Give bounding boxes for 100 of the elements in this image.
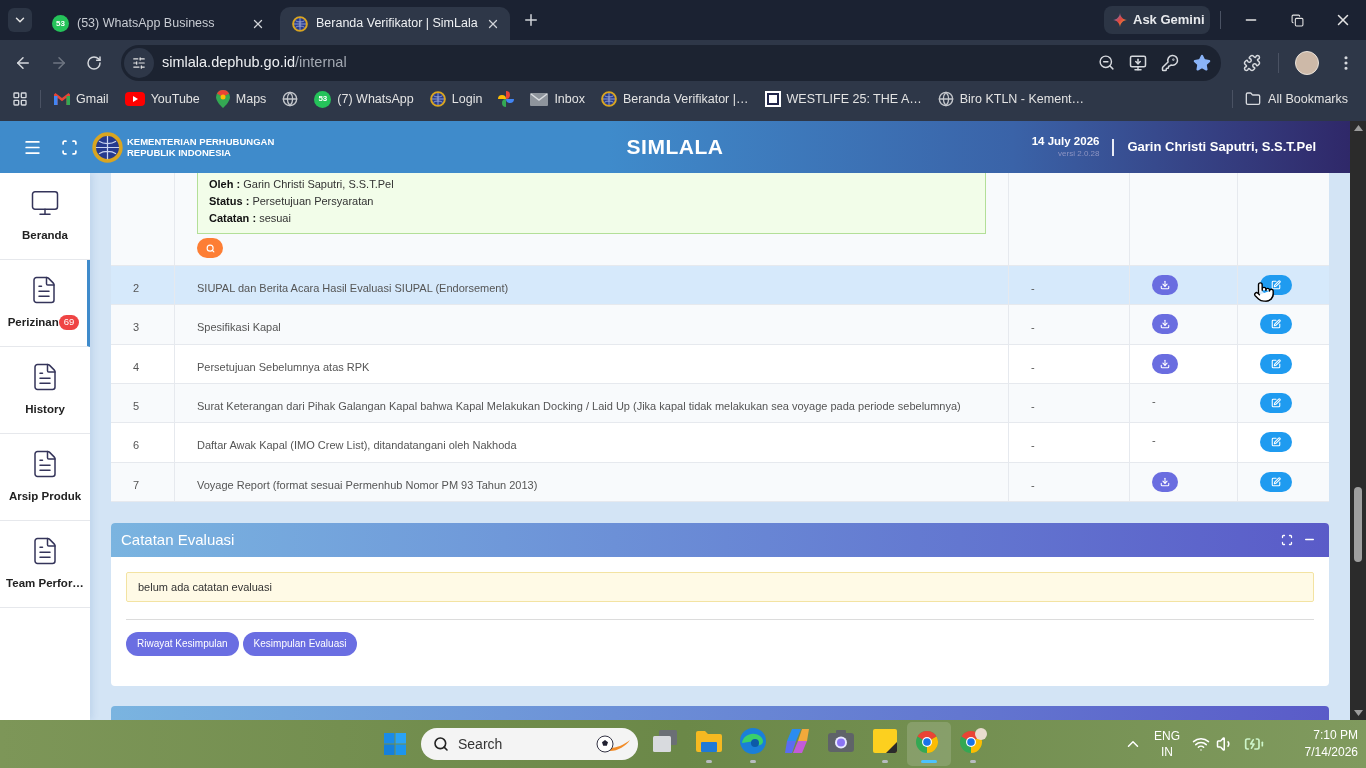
globe-emblem-icon — [292, 15, 308, 32]
globe-emblem-icon — [600, 91, 617, 107]
bookmark[interactable]: Beranda Verifikator |… — [592, 85, 757, 113]
table-cell: - — [1031, 439, 1035, 452]
table-cell: SIUPAL dan Berita Acara Hasil Evaluasi SIUPAL (Endorsement) — [197, 282, 509, 294]
chrome-logo-icon — [959, 727, 987, 754]
running-indicator — [970, 759, 976, 763]
download-icon — [1160, 280, 1170, 291]
pinwheel-icon — [498, 91, 515, 107]
browser-tab[interactable]: Beranda Verifikator | SimLala — [280, 7, 510, 40]
scroll-up-icon[interactable] — [1353, 125, 1363, 131]
table-cell: - — [1031, 400, 1035, 412]
favicon-badge: 53 — [52, 15, 69, 32]
new-tab-icon[interactable] — [522, 11, 540, 29]
expand-icon[interactable] — [1281, 533, 1293, 546]
sidebar-label: Perizinan — [7, 314, 59, 330]
edit-icon — [1271, 398, 1281, 409]
bookmark[interactable]: Biro KTLN - Kement… — [929, 85, 1093, 113]
approval-entry: Oleh : Garin Christi Saputri, S.S.T.Pel — [209, 177, 395, 192]
table-cell: - — [1031, 282, 1035, 294]
ministry-emblem-icon — [92, 131, 123, 163]
sticky-note-icon — [873, 728, 897, 753]
fullscreen-icon[interactable] — [61, 138, 78, 156]
browser-tab[interactable]: 53 (53) WhatsApp Business — [40, 7, 275, 40]
bookmark[interactable]: 53 (7) WhatsApp — [306, 85, 422, 113]
install-icon[interactable] — [1129, 53, 1147, 72]
globe-icon — [282, 91, 299, 107]
sidebar-label: Arsip Produk — [8, 488, 82, 504]
sidebar-label: Beranda — [22, 227, 68, 243]
globe-emblem-icon — [429, 91, 446, 107]
ball-icon — [596, 734, 630, 754]
running-indicator — [706, 759, 712, 763]
approval-entry: Status : Persetujuan Persyaratan — [209, 194, 375, 209]
edit-icon — [1271, 476, 1281, 487]
bookmark[interactable]: WESTLIFE 25: THE A… — [756, 85, 930, 113]
mail-logo-icon — [54, 93, 70, 105]
envelope-icon — [530, 92, 549, 106]
table-cell-text: - — [1152, 394, 1156, 409]
approval-entry: Catatan : sesuai — [209, 211, 292, 226]
zoom-out-icon[interactable] — [1098, 54, 1115, 71]
ask-gemini-button[interactable]: Ask Gemini — [1104, 6, 1210, 34]
avatar-icon[interactable] — [1295, 50, 1319, 75]
reload-icon[interactable] — [86, 54, 102, 71]
address-bar[interactable]: simlala.dephub.go.id/internal — [121, 44, 1221, 81]
task-view-icon — [653, 729, 677, 752]
restore-icon[interactable] — [1290, 13, 1304, 27]
tab-list-button[interactable] — [8, 8, 32, 32]
key-icon[interactable] — [1161, 53, 1179, 72]
download-button[interactable] — [1152, 471, 1178, 492]
running-indicator — [750, 759, 756, 763]
sparkle-icon — [1113, 13, 1127, 27]
count-badge: 69 — [58, 315, 80, 330]
camera-icon — [828, 729, 854, 752]
table-cell: - — [1031, 478, 1035, 491]
bookmark[interactable]: YouTube — [116, 85, 208, 113]
stripes-logo-icon — [784, 727, 810, 754]
bookmark[interactable]: Gmail — [46, 85, 117, 113]
table-cell: - — [1031, 360, 1035, 373]
extensions-icon[interactable] — [1243, 53, 1261, 72]
notice-message: belum ada catatan evaluasi — [126, 571, 1314, 602]
swirl-logo-icon — [740, 727, 766, 754]
table-cell: Voyage Report (format sesuai Permenhub Nomor PM 93 Tahun 2013) — [197, 478, 538, 491]
table-cell: Spesifikasi Kapal — [197, 321, 281, 334]
action-button[interactable]: Riwayat Kesimpulan — [126, 631, 239, 656]
table-cell: 7 — [133, 478, 140, 491]
bookmark-star-icon[interactable] — [1193, 53, 1211, 72]
card-title: Catatan Evaluasi — [121, 529, 235, 550]
edit-icon — [1271, 280, 1281, 291]
app-title: SIMLALA — [626, 134, 724, 161]
apps-icon[interactable] — [12, 91, 28, 107]
bookmark[interactable]: Inbox — [522, 85, 593, 113]
table-cell: 4 — [133, 360, 140, 373]
hand-cursor-icon — [1253, 281, 1275, 303]
download-button[interactable] — [1152, 314, 1178, 335]
download-icon — [1160, 319, 1170, 330]
user-name[interactable]: Garin Christi Saputri, S.S.T.Pel — [1127, 137, 1316, 157]
edit-icon — [1271, 319, 1281, 330]
download-button[interactable] — [1152, 353, 1178, 374]
table-cell: 6 — [133, 439, 140, 452]
scroll-down-icon[interactable] — [1353, 710, 1363, 716]
scrollbar[interactable] — [1350, 121, 1366, 720]
all-bookmarks-button[interactable]: All Bookmarks — [1239, 85, 1354, 113]
running-indicator — [921, 759, 937, 763]
globe-icon — [937, 91, 954, 107]
site-settings-icon[interactable] — [132, 55, 146, 70]
action-button[interactable]: Kesimpulan Evaluasi — [242, 631, 358, 656]
bookmark[interactable]: Login — [421, 85, 491, 113]
edit-icon — [1271, 437, 1281, 448]
wifi-icon[interactable] — [1192, 735, 1210, 753]
version-label: versi 2.0.28 — [1058, 149, 1100, 158]
download-icon — [1160, 358, 1170, 369]
bookmark[interactable]: Maps — [207, 85, 275, 113]
org-name: REPUBLIK INDONESIA — [127, 147, 232, 158]
square-logo-icon — [764, 91, 781, 107]
download-button[interactable] — [1152, 275, 1178, 296]
search-field[interactable]: Search — [421, 728, 638, 760]
table-cell: - — [1031, 321, 1035, 334]
scrollbar-thumb[interactable] — [1354, 487, 1362, 562]
search-icon — [433, 736, 449, 752]
folder-icon — [696, 729, 722, 752]
